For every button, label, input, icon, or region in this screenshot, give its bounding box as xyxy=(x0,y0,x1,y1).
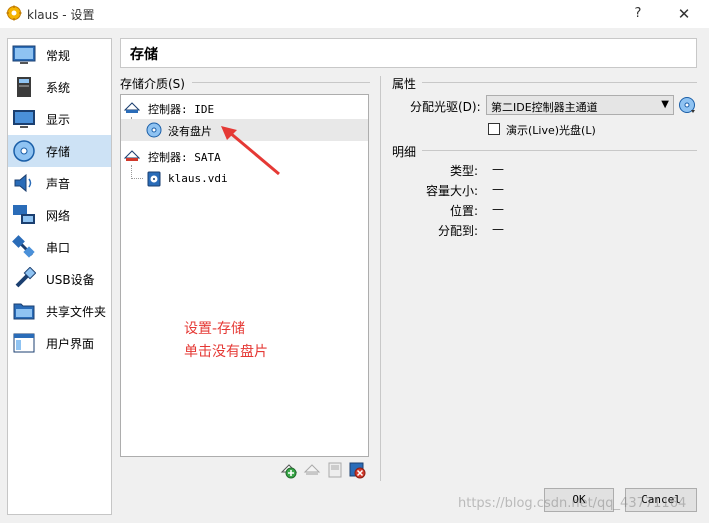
display-icon xyxy=(13,110,35,128)
system-icon xyxy=(17,77,31,97)
sidebar-item-display[interactable]: 显示 xyxy=(8,103,111,135)
optical-drive-select[interactable]: 第二IDE控制器主通道 ▼ xyxy=(486,95,674,115)
live-cd-label[interactable]: 演示(Live)光盘(L) xyxy=(506,122,596,138)
settings-sidebar: 常规 系统 显示 存储 声音 网络 串口 USB设备 共享文件夹 用户界面 xyxy=(7,38,112,515)
audio-icon xyxy=(14,173,32,193)
detail-attached-key: 分配到: xyxy=(437,224,478,238)
sidebar-item-storage[interactable]: 存储 xyxy=(8,135,111,167)
window-title: klaus - 设置 xyxy=(27,8,95,22)
sidebar-item-general[interactable]: 常规 xyxy=(8,39,111,71)
help-button[interactable]: ? xyxy=(628,4,648,24)
page-title: 存储 xyxy=(130,47,158,63)
general-icon xyxy=(12,45,36,64)
section-header: 存储 xyxy=(120,38,697,68)
sidebar-item-label: 存储 xyxy=(46,145,71,159)
usb-icon xyxy=(15,267,36,288)
hard-disk-icon xyxy=(147,171,161,187)
sidebar-item-label: 用户界面 xyxy=(46,337,95,351)
attributes-separator xyxy=(422,82,697,83)
user-interface-icon xyxy=(13,333,35,353)
close-button[interactable]: ✕ xyxy=(672,4,696,24)
sidebar-item-audio[interactable]: 声音 xyxy=(8,167,111,199)
title-bar: klaus - 设置 ? ✕ xyxy=(0,0,709,28)
dropdown-arrow-icon: ▼ xyxy=(661,99,669,110)
sidebar-item-label: 串口 xyxy=(46,241,71,255)
sidebar-item-shared-folders[interactable]: 共享文件夹 xyxy=(8,295,111,327)
optical-drive-label: 分配光驱(D): xyxy=(410,100,481,114)
tree-item-ide-controller[interactable]: 控制器: IDE xyxy=(121,97,368,119)
detail-location-value: — xyxy=(492,202,504,216)
sidebar-item-label: 常规 xyxy=(46,49,71,63)
sidebar-item-label: 共享文件夹 xyxy=(46,305,107,319)
detail-type-value: — xyxy=(492,162,504,176)
details-separator xyxy=(422,150,697,151)
add-controller-icon[interactable] xyxy=(280,461,298,479)
serial-port-icon xyxy=(12,235,35,258)
ide-controller-icon xyxy=(124,102,140,113)
sidebar-item-label: USB设备 xyxy=(46,273,95,287)
sidebar-item-system[interactable]: 系统 xyxy=(8,71,111,103)
detail-attached-value: — xyxy=(492,222,504,236)
annotation-arrow-icon xyxy=(221,126,280,176)
sidebar-item-label: 显示 xyxy=(46,113,71,127)
sidebar-item-label: 声音 xyxy=(46,177,71,191)
detail-size-key: 容量大小: xyxy=(425,184,478,198)
sata-controller-icon xyxy=(124,150,140,161)
annotation-line-1: 设置-存储 xyxy=(184,321,246,337)
remove-attachment-icon[interactable] xyxy=(326,461,344,479)
shared-folder-icon xyxy=(13,303,35,320)
annotation-line-2: 单击没有盘片 xyxy=(184,344,268,360)
detail-type-key: 类型: xyxy=(449,164,478,178)
panel-divider xyxy=(380,76,381,481)
detail-size-value: — xyxy=(492,182,504,196)
optical-drive-value: 第二IDE控制器主通道 xyxy=(491,101,598,114)
storage-media-separator xyxy=(192,82,370,83)
choose-disk-icon[interactable] xyxy=(678,96,696,114)
sidebar-item-network[interactable]: 网络 xyxy=(8,199,111,231)
storage-icon xyxy=(13,140,35,162)
sidebar-item-label: 系统 xyxy=(46,81,71,95)
add-attachment-icon[interactable] xyxy=(303,461,321,479)
detail-location-key: 位置: xyxy=(449,204,478,218)
sidebar-item-label: 网络 xyxy=(46,209,71,223)
network-icon xyxy=(13,205,35,224)
optical-disc-icon xyxy=(146,122,162,138)
live-cd-checkbox[interactable] xyxy=(488,123,500,135)
watermark: https://blog.csdn.net/qq_43771164 xyxy=(458,496,687,511)
sidebar-item-serial-port[interactable]: 串口 xyxy=(8,231,111,263)
storage-media-label: 存储介质(S) xyxy=(120,77,185,91)
tree-label: 控制器: SATA xyxy=(148,151,221,164)
sidebar-item-usb[interactable]: USB设备 xyxy=(8,263,111,295)
tree-label: 控制器: IDE xyxy=(148,103,215,116)
details-label: 明细 xyxy=(392,145,417,159)
tree-label: 没有盘片 xyxy=(168,125,212,138)
sidebar-item-user-interface[interactable]: 用户界面 xyxy=(8,327,111,359)
attributes-label: 属性 xyxy=(392,77,417,91)
virtualbox-gear-icon xyxy=(6,5,22,21)
remove-controller-icon[interactable] xyxy=(348,461,366,479)
